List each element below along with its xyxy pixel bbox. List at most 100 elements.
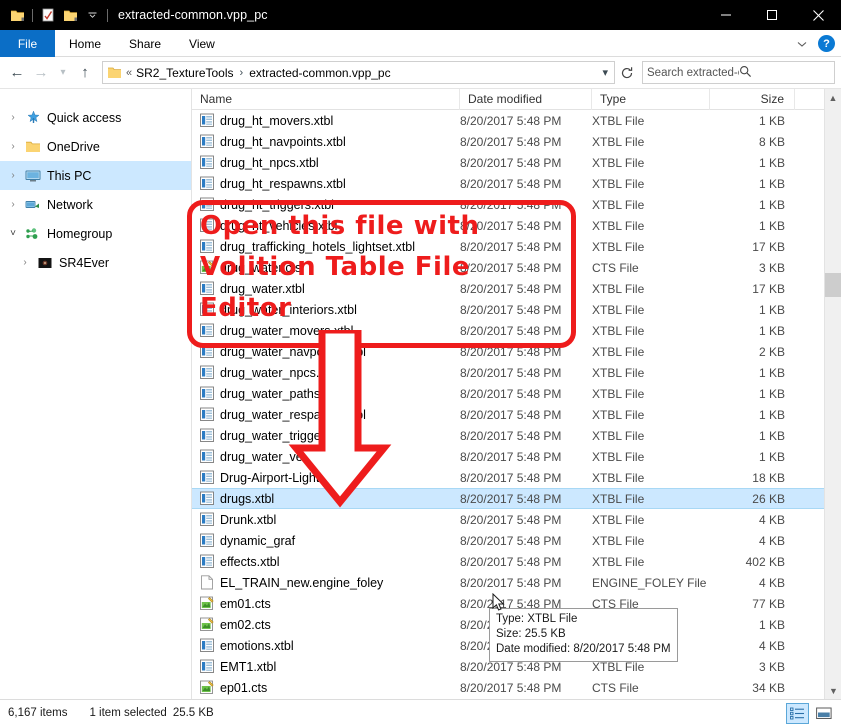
new-folder-icon[interactable] — [59, 4, 81, 26]
tab-file[interactable]: File — [0, 30, 55, 57]
chevron-down-icon[interactable] — [796, 35, 808, 53]
column-header-type[interactable]: Type — [592, 89, 710, 110]
chevron-right-icon[interactable]: › — [16, 257, 34, 268]
sidebar-item-onedrive[interactable]: › OneDrive — [0, 132, 191, 161]
sidebar-item-sr4ever[interactable]: › SR4Ever — [0, 248, 191, 277]
file-type-cell: XTBL File — [592, 386, 645, 401]
file-size-cell: 1 KB — [758, 449, 785, 464]
file-name-label: EL_TRAIN_new.engine_foley — [220, 575, 384, 590]
search-input[interactable]: Search extracted-common.v... — [642, 61, 835, 84]
chevron-right-icon[interactable]: › — [4, 199, 22, 210]
maximize-icon[interactable] — [749, 0, 795, 30]
ribbon-right-controls: ? — [796, 30, 835, 57]
breadcrumb-item-sr2texturetools[interactable]: SR2_TextureTools — [136, 66, 233, 80]
toolbar-divider-2 — [107, 8, 108, 22]
folder-icon[interactable] — [6, 4, 28, 26]
file-type-cell: XTBL File — [592, 302, 645, 317]
file-date-cell: 8/20/2017 5:48 PM — [460, 512, 562, 527]
file-date-cell: 8/20/2017 5:48 PM — [460, 407, 562, 422]
table-row[interactable]: dynamic_graf 8/20/2017 5:48 PM XTBL File 4 … — [192, 530, 841, 551]
minimize-icon[interactable] — [703, 0, 749, 30]
file-date-cell: 8/20/2017 5:48 PM — [460, 449, 562, 464]
customize-chevron-icon[interactable] — [81, 4, 103, 26]
file-name-label: emotions.xtbl — [220, 638, 294, 653]
column-header-date-modified[interactable]: Date modified — [460, 89, 592, 110]
file-size-cell: 26 KB — [752, 491, 785, 506]
status-bar: 6,167 items 1 item selected 25.5 KB — [0, 699, 841, 726]
file-size-cell: 4 KB — [758, 638, 785, 653]
up-arrow-icon[interactable]: ↑ — [74, 61, 96, 85]
chevron-down-icon[interactable]: ˅ — [4, 228, 22, 239]
sidebar-label: Homegroup — [47, 226, 113, 241]
scroll-down-arrow-icon[interactable]: ▼ — [825, 682, 841, 699]
breadcrumb[interactable]: « SR2_TextureTools › extracted-common.vp… — [102, 61, 615, 84]
file-type-cell: XTBL File — [592, 491, 645, 506]
table-row[interactable]: ep01.cts 8/20/2017 5:48 PM CTS File 34 KB — [192, 677, 841, 698]
help-icon[interactable]: ? — [818, 35, 835, 52]
file-name-cell: drug_ht_navpoints.xtbl — [192, 134, 460, 149]
column-header-row: Name Date modified Type Size ^ — [192, 89, 841, 110]
file-type-cell: XTBL File — [592, 113, 645, 128]
monitor-icon — [22, 169, 44, 183]
table-row[interactable]: drug_ht_respawns.xtbl 8/20/2017 5:48 PM XT… — [192, 173, 841, 194]
xtbl-file-icon — [200, 533, 214, 548]
sidebar-label: Network — [47, 197, 93, 212]
chevron-right-icon[interactable]: › — [4, 112, 22, 123]
xtbl-file-icon — [200, 470, 214, 485]
sidebar-item-homegroup[interactable]: ˅ Homegroup — [0, 219, 191, 248]
file-type-cell: XTBL File — [592, 533, 645, 548]
breadcrumb-dropdown-icon[interactable]: ▾ — [600, 66, 610, 79]
table-row[interactable]: EL_TRAIN_new.engine_foley 8/20/2017 5:48 … — [192, 572, 841, 593]
breadcrumb-chevron-icon[interactable]: › — [238, 67, 246, 79]
file-date-cell: 8/20/2017 5:48 PM — [460, 176, 562, 191]
chevron-right-icon[interactable]: › — [4, 170, 22, 181]
ascending-caret-icon: ^ — [322, 89, 328, 95]
tab-view[interactable]: View — [175, 30, 229, 57]
sidebar-item-this-pc[interactable]: › This PC — [0, 161, 191, 190]
breadcrumb-item-current[interactable]: extracted-common.vpp_pc — [249, 66, 390, 80]
table-row[interactable]: drug_ht_movers.xtbl 8/20/2017 5:48 PM XTBL… — [192, 110, 841, 131]
details-view-icon[interactable] — [786, 703, 809, 724]
sidebar-item-quick-access[interactable]: › Quick access — [0, 103, 191, 132]
properties-icon[interactable] — [37, 4, 59, 26]
recent-locations-chevron-icon[interactable]: ▾ — [54, 61, 72, 85]
table-row[interactable]: drug_ht_npcs.xtbl 8/20/2017 5:48 PM XTBL F… — [192, 152, 841, 173]
file-name-label: Drunk.xtbl — [220, 512, 277, 527]
file-size-cell: 1 KB — [758, 407, 785, 422]
table-row[interactable]: effects.xtbl 8/20/2017 5:48 PM XTBL File 40… — [192, 551, 841, 572]
refresh-icon[interactable] — [617, 66, 637, 80]
breadcrumb-overflow[interactable]: « — [126, 67, 132, 79]
search-icon[interactable] — [739, 65, 831, 81]
tooltip-date: Date modified: 8/20/2017 5:48 PM — [496, 643, 671, 655]
file-date-cell: 8/20/2017 5:48 PM — [460, 533, 562, 548]
table-row[interactable]: drug_ht_navpoints.xtbl 8/20/2017 5:48 PM X… — [192, 131, 841, 152]
xtbl-file-icon — [200, 113, 214, 128]
large-icons-view-icon[interactable] — [812, 703, 835, 724]
file-date-cell: 8/20/2017 5:48 PM — [460, 680, 562, 695]
file-date-cell: 8/20/2017 5:48 PM — [460, 491, 562, 506]
file-type-cell: XTBL File — [592, 365, 645, 380]
back-arrow-icon[interactable]: ← — [6, 61, 28, 85]
annotation-text: Open this file with Volition Table File … — [200, 206, 600, 329]
scrollbar-thumb[interactable] — [825, 273, 841, 297]
scroll-up-arrow-icon[interactable]: ▲ — [825, 89, 841, 106]
column-header-size[interactable]: Size — [710, 89, 795, 110]
tab-share[interactable]: Share — [115, 30, 175, 57]
chevron-right-icon[interactable]: › — [4, 141, 22, 152]
toolbar-divider — [32, 8, 33, 22]
file-size-cell: 34 KB — [752, 680, 785, 695]
file-size-cell: 3 KB — [758, 659, 785, 674]
forward-arrow-icon[interactable]: → — [30, 61, 52, 85]
sidebar-item-network[interactable]: › Network — [0, 190, 191, 219]
xtbl-file-icon — [200, 344, 214, 359]
file-size-cell: 8 KB — [758, 134, 785, 149]
file-type-cell: XTBL File — [592, 428, 645, 443]
close-icon[interactable] — [795, 0, 841, 30]
file-size-cell: 4 KB — [758, 512, 785, 527]
file-name-cell: em02.cts — [192, 617, 460, 632]
tab-home[interactable]: Home — [55, 30, 115, 57]
file-date-cell: 8/20/2017 5:48 PM — [460, 113, 562, 128]
xtbl-file-icon — [200, 176, 214, 191]
status-item-count: 6,167 items — [8, 707, 68, 719]
vertical-scrollbar[interactable]: ▲ ▼ — [824, 89, 841, 699]
